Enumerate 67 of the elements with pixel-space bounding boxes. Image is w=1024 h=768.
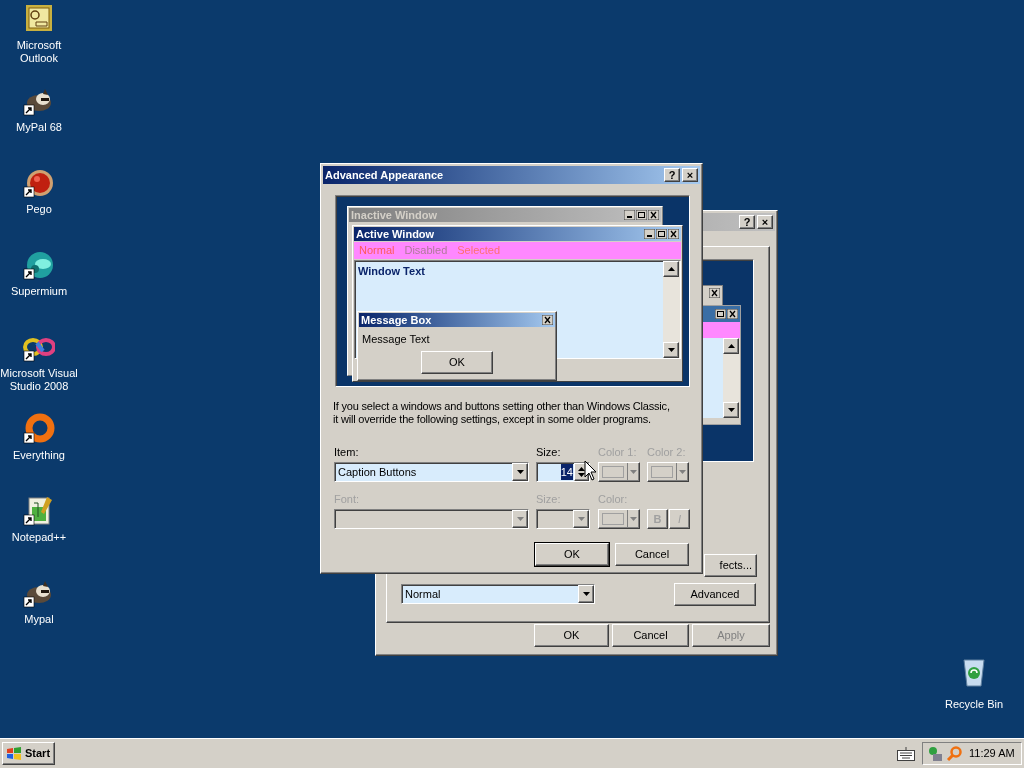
up-arrow-icon	[667, 267, 675, 271]
desktop-icon-label[interactable]: Mypal	[24, 613, 54, 626]
close-icon[interactable]	[668, 229, 679, 239]
down-arrow-icon[interactable]	[578, 473, 585, 477]
caret-icon	[630, 517, 637, 521]
caret-icon	[516, 470, 524, 474]
advanced-button[interactable]: Advanced	[674, 583, 756, 606]
message-text: Message Text	[361, 332, 431, 347]
close-icon[interactable]	[648, 210, 659, 220]
minimize-icon[interactable]	[624, 210, 635, 220]
window-title: Active Window	[356, 226, 436, 242]
caret-icon	[727, 408, 735, 412]
info-text: If you select a windows and buttons setting other than Windows Classic, it will override the following settings, except in some older programs.	[333, 400, 671, 426]
cancel-button[interactable]: Cancel	[615, 543, 689, 566]
caret-icon	[582, 592, 590, 596]
window-title: Advanced Appearance	[325, 167, 445, 183]
windows-logo-icon	[6, 746, 22, 761]
font-size-dropdown[interactable]: Normal	[401, 584, 595, 604]
start-button[interactable]: Start	[2, 742, 55, 765]
caret-icon	[679, 470, 686, 474]
up-arrow-icon	[727, 344, 735, 348]
maximize-icon[interactable]	[636, 210, 647, 220]
keyboard-icon[interactable]	[897, 746, 915, 761]
size-spinner[interactable]: 14	[536, 462, 590, 482]
help-button[interactable]: ?	[664, 168, 680, 182]
notepad-icon[interactable]	[23, 495, 55, 527]
ball-icon[interactable]	[23, 167, 55, 199]
desktop-icon-label[interactable]: Microsoft Outlook	[16, 39, 62, 65]
maximize-icon[interactable]	[656, 229, 667, 239]
close-icon[interactable]	[727, 309, 738, 319]
desktop-icon-label[interactable]: Recycle Bin	[944, 698, 1004, 711]
help-button[interactable]: ?	[739, 215, 755, 229]
ring-icon[interactable]	[23, 413, 55, 445]
desktop-icon-label[interactable]: MyPal 68	[16, 121, 62, 134]
field-label: Size:	[536, 446, 562, 459]
minimize-icon[interactable]	[644, 229, 655, 239]
window-title: Inactive Window	[351, 207, 439, 223]
caret-icon	[516, 517, 524, 521]
desktop-icon-label[interactable]: Supermium	[10, 285, 68, 298]
dialog-button[interactable]: Cancel	[612, 624, 689, 647]
scrollbar[interactable]	[663, 261, 680, 358]
desktop-icon-label[interactable]: Pego	[26, 203, 52, 216]
dropdown[interactable]: Caption Buttons	[334, 462, 529, 482]
clock[interactable]: 11:29 AM	[969, 745, 1015, 762]
close-icon[interactable]	[709, 288, 720, 298]
desktop-icon-label[interactable]: Notepad++	[11, 531, 67, 544]
close-button[interactable]: ×	[682, 168, 698, 182]
close-icon[interactable]	[542, 315, 553, 325]
scrollbar[interactable]	[723, 338, 740, 418]
desktop-icon-label[interactable]: Everything	[13, 449, 65, 462]
desktop-icon-label[interactable]: Microsoft Visual Studio 2008	[0, 367, 78, 393]
effects-button[interactable]: fects...	[704, 554, 757, 577]
caret-icon	[667, 348, 675, 352]
maximize-icon[interactable]	[715, 309, 726, 319]
field-label: Item:	[334, 446, 360, 459]
dialog-button[interactable]: OK	[534, 624, 609, 647]
network-icon[interactable]	[927, 745, 943, 762]
mouse-cursor-icon	[584, 460, 597, 481]
up-arrow-icon[interactable]	[578, 467, 585, 471]
ok-button[interactable]: OK	[421, 350, 493, 374]
window-text: Window Text	[357, 264, 426, 279]
window-title: Message Box	[361, 312, 433, 328]
globe-icon[interactable]	[23, 249, 55, 281]
caret-icon	[630, 470, 637, 474]
caret-icon	[577, 517, 585, 521]
ok-button[interactable]: OK	[535, 543, 609, 566]
close-button[interactable]: ×	[757, 215, 773, 229]
